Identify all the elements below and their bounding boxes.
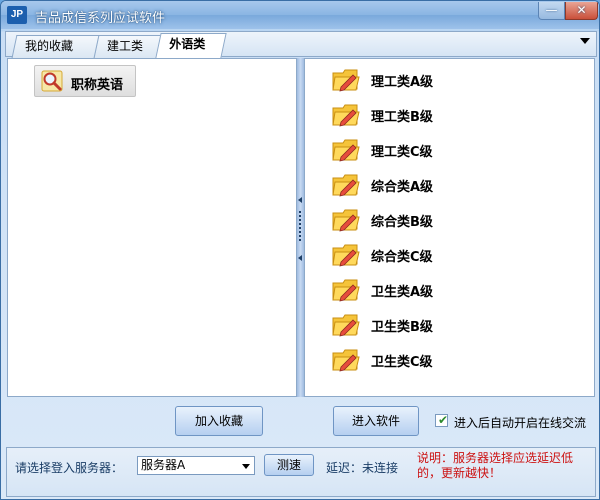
folder-pencil-icon	[332, 279, 360, 302]
subject-item[interactable]: 理工类B级	[331, 98, 481, 130]
app-logo-icon: JP	[7, 6, 27, 24]
subject-label: 理工类B级	[371, 110, 433, 125]
subject-label: 卫生类C级	[371, 355, 433, 370]
tab-my-favorites[interactable]: 我的收藏	[11, 35, 101, 58]
checkmark-icon: ✔	[438, 413, 449, 427]
favorites-panel: 职称英语	[7, 58, 297, 397]
subject-item[interactable]: 理工类A级	[331, 63, 481, 95]
speed-test-button[interactable]: 测速	[264, 454, 314, 476]
tab-label: 建工类	[107, 39, 144, 53]
subject-label: 综合类A级	[371, 180, 434, 195]
subject-label: 卫生类B级	[371, 320, 433, 335]
folder-pencil-icon	[332, 209, 360, 232]
server-select[interactable]: 服务器A	[137, 456, 255, 475]
splitter-grip[interactable]	[299, 211, 301, 241]
folder-pencil-icon	[332, 244, 360, 267]
subject-label: 理工类A级	[371, 75, 434, 90]
subject-item[interactable]: 卫生类A级	[331, 273, 481, 305]
close-button[interactable]: ✕	[565, 2, 598, 20]
panel-splitter[interactable]	[297, 58, 304, 397]
folder-pencil-icon	[332, 349, 360, 372]
auto-open-label[interactable]: 进入后自动开启在线交流	[454, 414, 586, 431]
enter-software-button[interactable]: 进入软件	[333, 406, 419, 436]
server-panel: 请选择登入服务器： 服务器A 测速 延迟：未连接 说明：服务器选择应选延迟低的，…	[6, 447, 596, 497]
category-tab-bar: 我的收藏 建工类 外语类	[5, 31, 597, 58]
subject-label: 综合类C级	[371, 250, 433, 265]
subject-label: 综合类B级	[371, 215, 433, 230]
window-title: 吉品成信系列应试软件	[35, 11, 166, 26]
magnifier-icon	[41, 70, 63, 92]
subjects-panel: 理工类A级 理工类B级 理工类C级 综合类A级 综合类B级 综合类C级 卫生类A…	[304, 58, 595, 397]
subject-item[interactable]: 综合类C级	[331, 238, 481, 270]
tab-foreign-language[interactable]: 外语类	[155, 33, 227, 58]
subject-item[interactable]: 卫生类B级	[331, 308, 481, 340]
minimize-button[interactable]: —	[538, 2, 565, 20]
subject-label: 理工类C级	[371, 145, 433, 160]
folder-pencil-icon	[332, 139, 360, 162]
add-favorite-button[interactable]: 加入收藏	[175, 406, 263, 436]
server-note: 说明：服务器选择应选延迟低的，更新越快！	[417, 451, 574, 480]
folder-pencil-icon	[332, 104, 360, 127]
app-window: JP 吉品成信系列应试软件 — ✕ 我的收藏 建工类 外语类 职称英语 理工类A…	[0, 0, 600, 500]
favorite-item-label: 职称英语	[71, 78, 124, 93]
subject-item[interactable]: 综合类B级	[331, 203, 481, 235]
subject-item[interactable]: 卫生类C级	[331, 343, 481, 375]
favorite-item[interactable]: 职称英语	[34, 65, 136, 97]
folder-pencil-icon	[332, 69, 360, 92]
folder-pencil-icon	[332, 174, 360, 197]
subject-label: 卫生类A级	[371, 285, 434, 300]
tab-construction[interactable]: 建工类	[93, 35, 163, 58]
server-prompt-label: 请选择登入服务器：	[15, 461, 124, 475]
tab-label: 我的收藏	[25, 39, 74, 53]
collapse-left-icon[interactable]	[298, 197, 302, 203]
folder-pencil-icon	[332, 314, 360, 337]
tabs-dropdown-icon[interactable]	[580, 38, 590, 44]
collapse-left-icon[interactable]	[298, 255, 302, 261]
latency-status: 延迟：未连接	[326, 461, 399, 475]
auto-open-checkbox[interactable]: ✔	[435, 413, 449, 427]
chevron-down-icon[interactable]	[242, 464, 250, 469]
title-bar[interactable]: JP 吉品成信系列应试软件 — ✕	[1, 1, 599, 29]
subject-item[interactable]: 理工类C级	[331, 133, 481, 165]
subject-item[interactable]: 综合类A级	[331, 168, 481, 200]
tab-label: 外语类	[169, 37, 206, 51]
server-select-value: 服务器A	[141, 458, 186, 472]
